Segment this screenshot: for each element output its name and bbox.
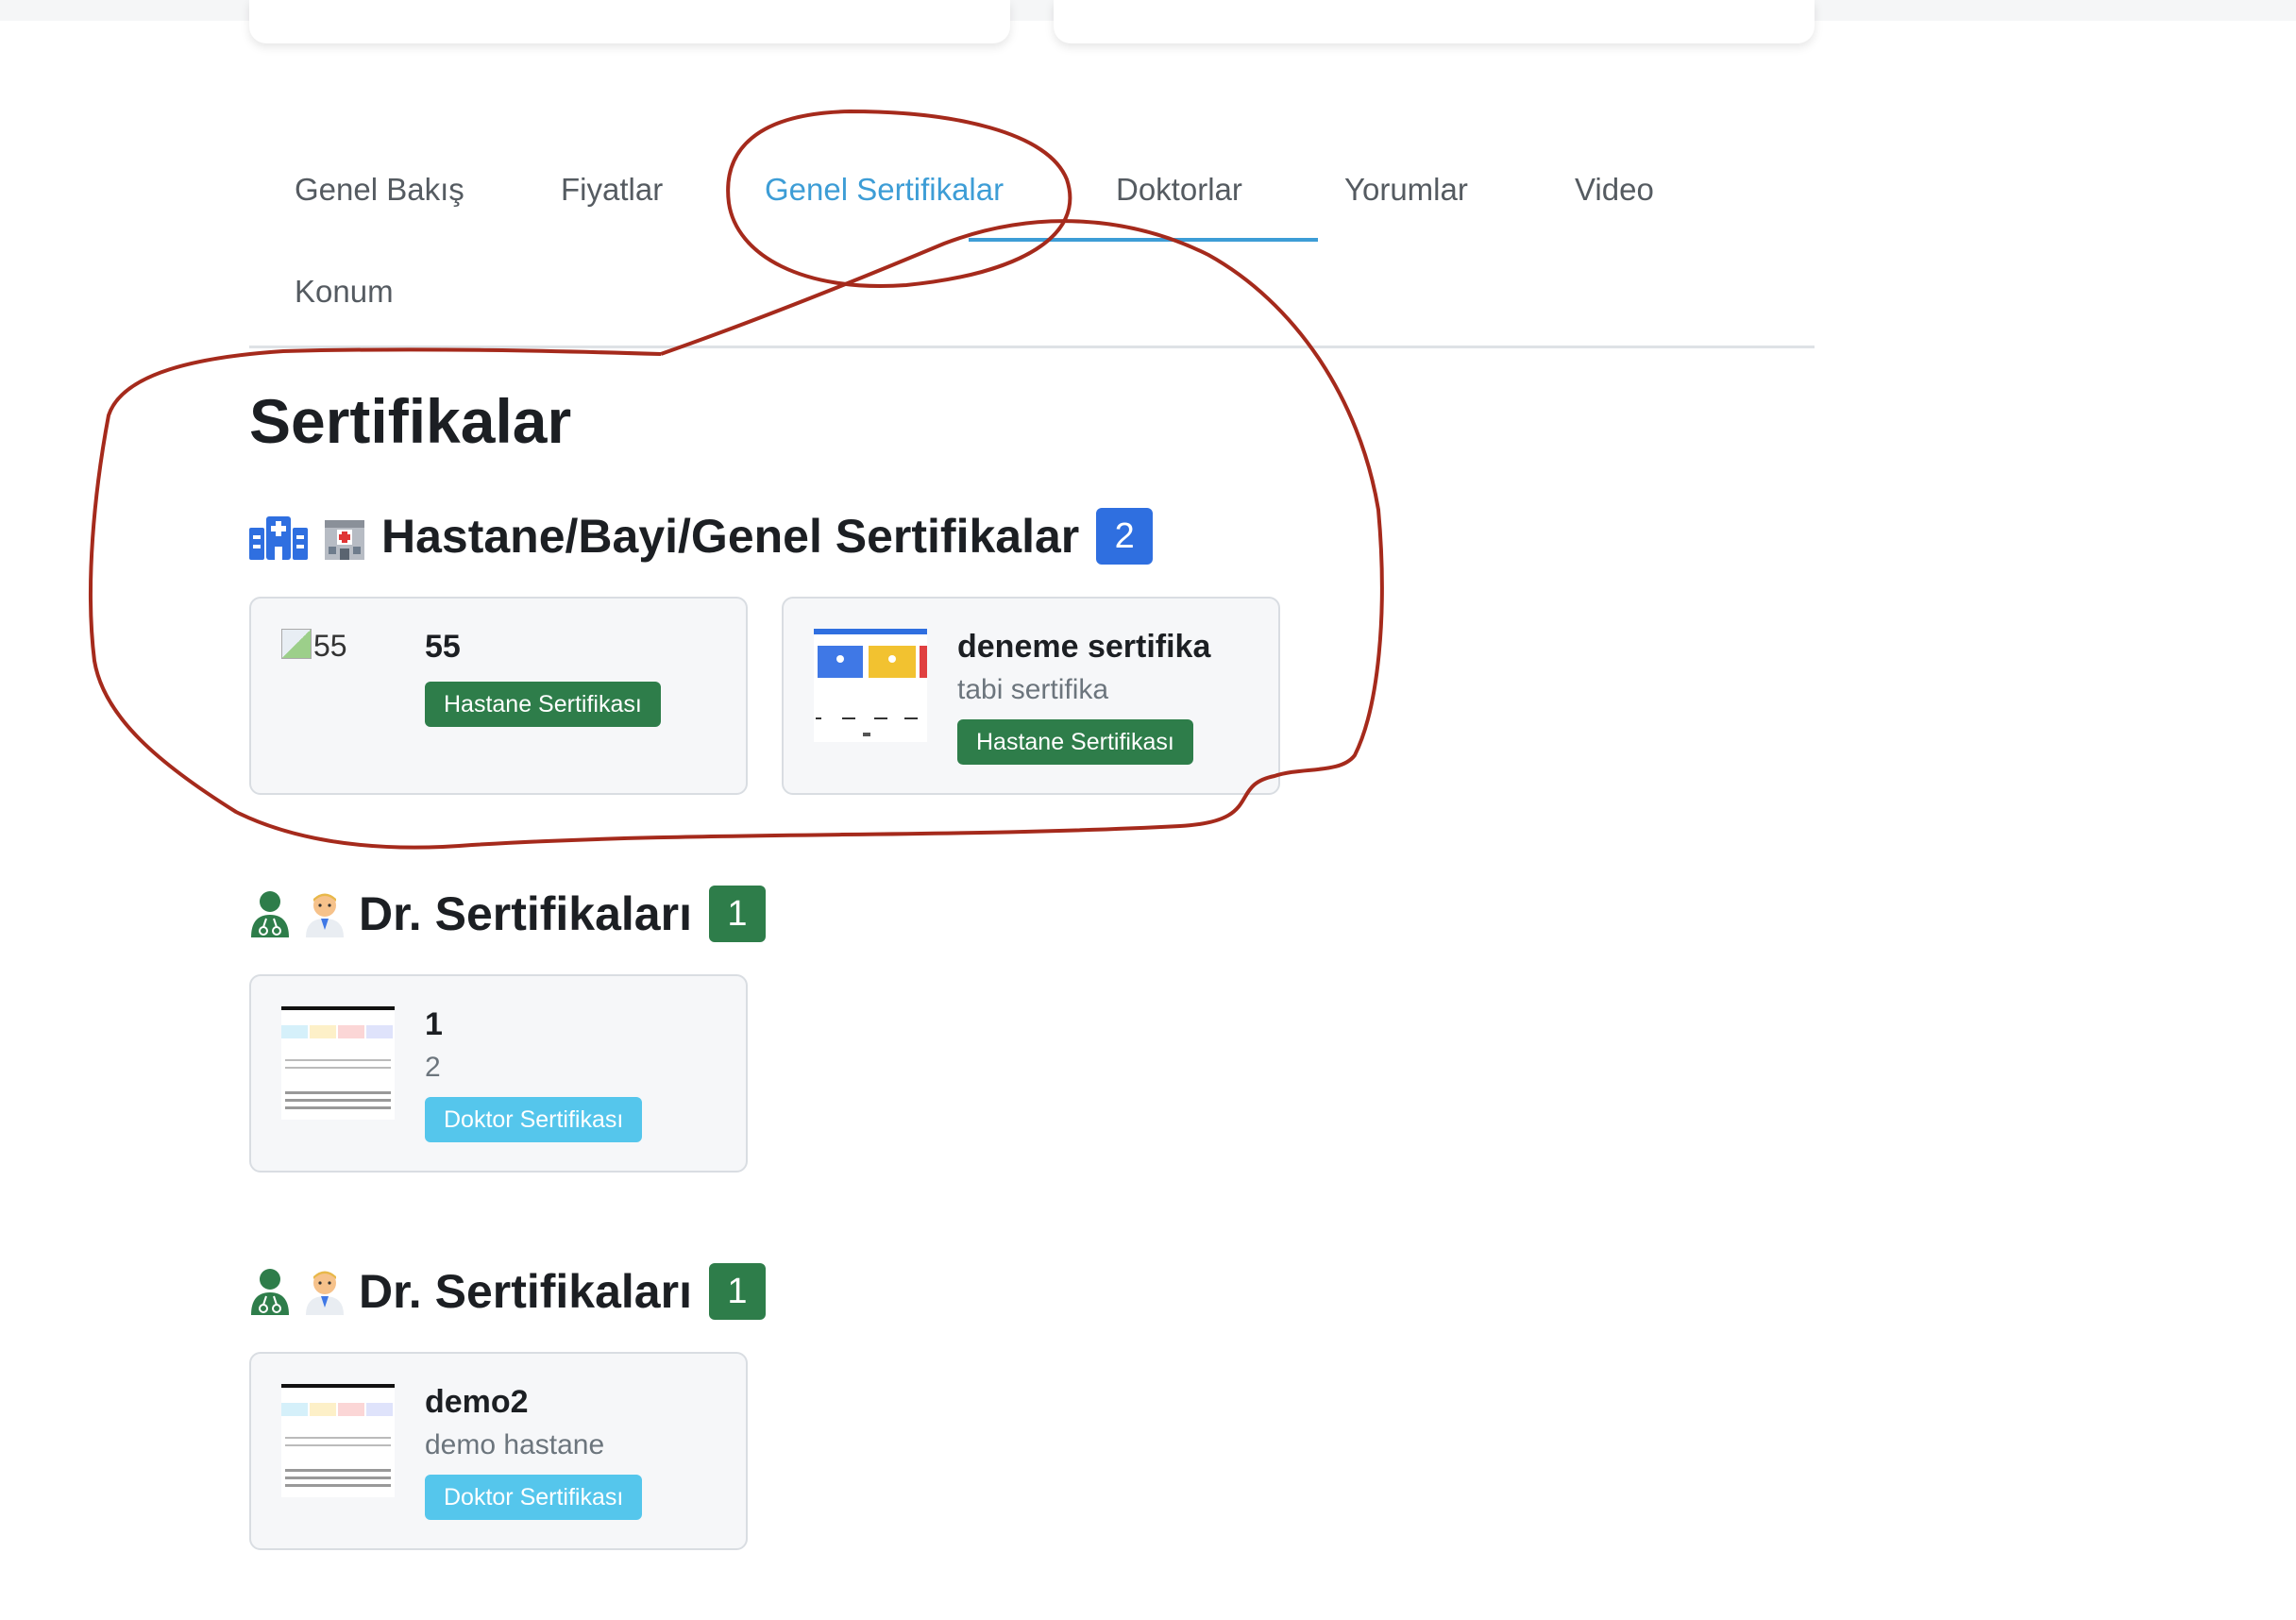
certificate-thumbnail[interactable] bbox=[281, 1006, 395, 1120]
section-title: Hastane/Bayi/Genel Sertifikalar bbox=[381, 510, 1080, 563]
count-badge: 2 bbox=[1096, 508, 1154, 565]
certificate-card[interactable]: 55 55 Hastane Sertifikası bbox=[249, 597, 748, 795]
certificate-description: demo hastane bbox=[425, 1429, 605, 1460]
user-doctor-icon bbox=[251, 891, 289, 937]
hospital-emoji-icon bbox=[325, 520, 364, 560]
certificate-type-badge: Hastane Sertifikası bbox=[425, 682, 661, 727]
section-header-hospital: Hastane/Bayi/Genel Sertifikalar 2 bbox=[249, 508, 1154, 565]
certificate-thumbnail[interactable] bbox=[814, 629, 927, 742]
tab-genel-bakis[interactable]: Genel Bakış bbox=[295, 172, 464, 208]
section-title: Dr. Sertifikaları bbox=[359, 1265, 692, 1318]
certificate-thumbnail[interactable] bbox=[281, 1384, 395, 1497]
certificate-type-badge: Hastane Sertifikası bbox=[957, 719, 1193, 765]
user-doctor-icon bbox=[251, 1269, 289, 1315]
tab-konum[interactable]: Konum bbox=[295, 274, 394, 310]
page-title: Sertifikalar bbox=[249, 386, 572, 456]
section-title: Dr. Sertifikaları bbox=[359, 887, 692, 940]
doctor-emoji-icon bbox=[306, 1271, 344, 1315]
section-header-doctor: Dr. Sertifikaları 1 bbox=[249, 1263, 766, 1320]
certificate-type-badge: Doktor Sertifikası bbox=[425, 1097, 643, 1142]
hospital-icon bbox=[249, 516, 308, 560]
tab-genel-sertifikalar[interactable]: Genel Sertifikalar bbox=[765, 172, 1004, 208]
certificate-name: 55 bbox=[425, 629, 461, 665]
tab-fiyatlar[interactable]: Fiyatlar bbox=[561, 172, 663, 208]
broken-image: 55 bbox=[281, 629, 347, 664]
certificate-card[interactable]: 1 2 Doktor Sertifikası bbox=[249, 974, 748, 1173]
count-badge: 1 bbox=[708, 886, 766, 942]
certificate-name: 1 bbox=[425, 1006, 443, 1042]
tab-doktorlar[interactable]: Doktorlar bbox=[1116, 172, 1242, 208]
certificate-card[interactable]: demo2 demo hastane Doktor Sertifikası bbox=[249, 1352, 748, 1550]
info-card-right bbox=[1054, 0, 1815, 43]
certificate-type-badge: Doktor Sertifikası bbox=[425, 1475, 643, 1520]
profile-tabs: Genel Bakış Fiyatlar Genel Sertifikalar … bbox=[249, 113, 1815, 348]
certificate-card[interactable]: deneme sertifika tabi sertifika Hastane … bbox=[782, 597, 1280, 795]
certificate-description: 2 bbox=[425, 1052, 441, 1083]
broken-image-icon bbox=[281, 629, 312, 659]
certificate-name: deneme sertifika bbox=[957, 629, 1211, 665]
active-tab-indicator bbox=[969, 238, 1318, 242]
info-card-left bbox=[249, 0, 1010, 43]
tab-yorumlar[interactable]: Yorumlar bbox=[1344, 172, 1468, 208]
certificate-description: tabi sertifika bbox=[957, 674, 1109, 705]
count-badge: 1 bbox=[708, 1263, 766, 1320]
certificate-name: demo2 bbox=[425, 1384, 529, 1420]
tab-video[interactable]: Video bbox=[1575, 172, 1654, 208]
section-header-doctor: Dr. Sertifikaları 1 bbox=[249, 886, 766, 942]
doctor-emoji-icon bbox=[306, 893, 344, 937]
